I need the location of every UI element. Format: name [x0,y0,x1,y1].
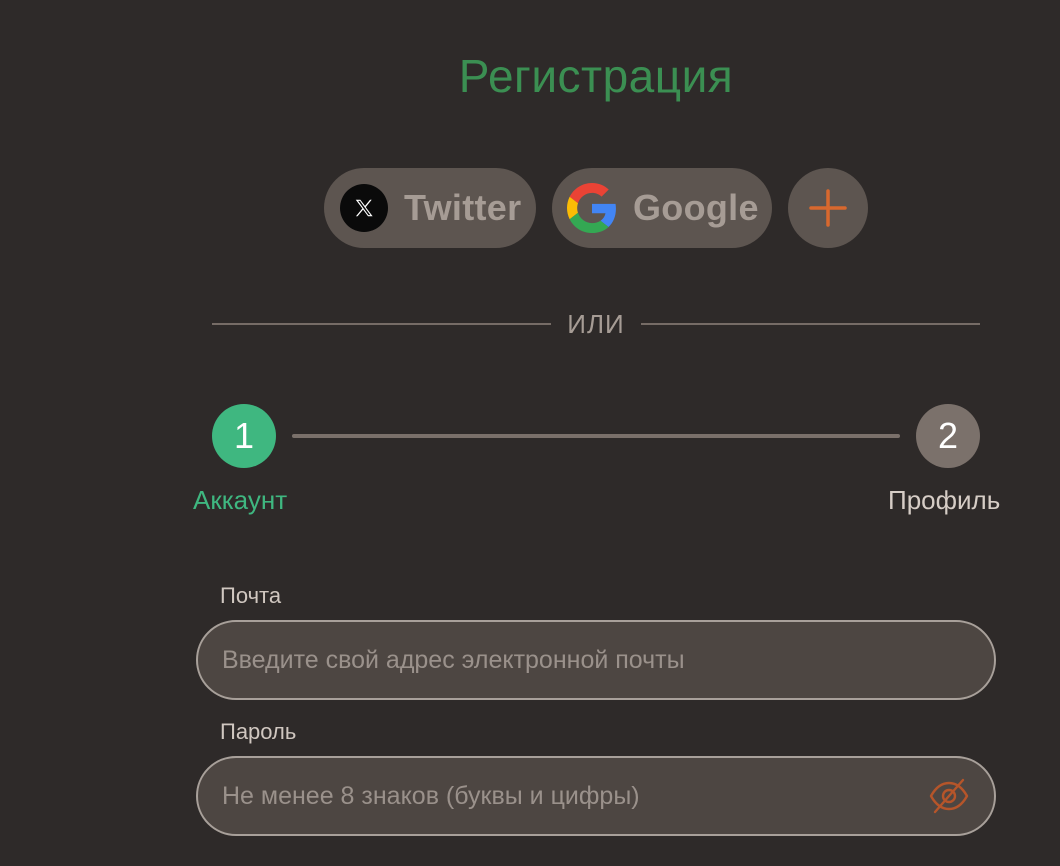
twitter-label: Twitter [404,187,522,228]
divider-line-right [640,323,980,325]
google-login-button[interactable]: Google [552,168,772,248]
more-login-options-button[interactable] [788,168,868,248]
or-text: ИЛИ [567,308,625,339]
x-logo-icon [340,184,388,232]
email-input[interactable] [196,620,996,700]
google-label: Google [633,187,759,228]
divider-line-left [212,323,552,325]
password-input[interactable] [196,756,996,836]
or-divider: ИЛИ [212,304,980,344]
step-1-label: Аккаунт [193,485,288,515]
page-title: Регистрация [458,50,734,102]
plus-icon [808,188,848,228]
email-label: Почта [220,583,282,608]
social-login-row: Twitter Google [324,168,868,248]
twitter-login-button[interactable]: Twitter [324,168,536,248]
google-logo-icon [567,183,617,233]
registration-page: Регистрация Twitter Google ИЛИ 1 2 Аккау… [0,0,1060,866]
stepper-connector [292,434,900,438]
step-1-indicator: 1 [212,404,276,468]
eye-off-icon [928,776,970,816]
step-2-label: Профиль [888,485,1001,515]
password-label: Пароль [220,719,297,744]
step-2-indicator: 2 [916,404,980,468]
password-visibility-toggle[interactable] [926,774,972,818]
